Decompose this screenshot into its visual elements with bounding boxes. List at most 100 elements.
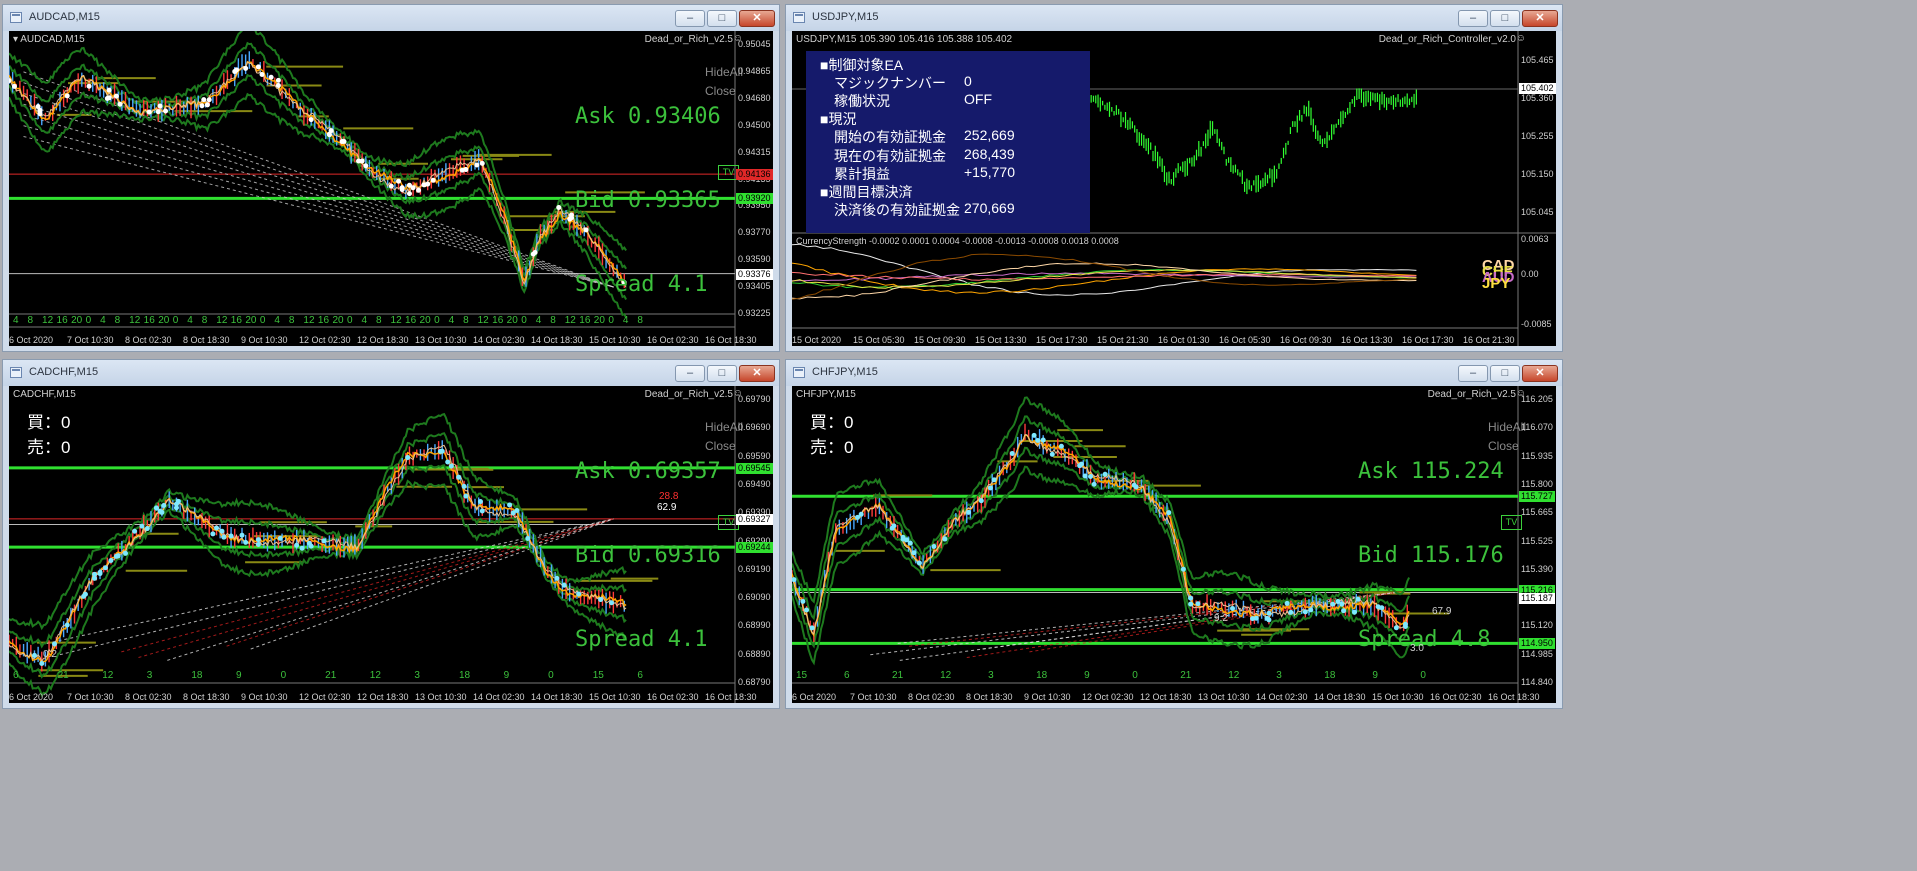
close-button[interactable]: ✕ (1522, 10, 1558, 27)
price-chart[interactable]: CADCHF,M15 Dead_or_Rich_v2.5 ☺ 買：0 売：0 A… (9, 386, 773, 703)
panel-row-label: ■週間目標決済 (820, 183, 913, 200)
tv-badge[interactable]: TV (1501, 515, 1522, 530)
signal-marker (113, 93, 119, 99)
signal-marker (86, 83, 92, 89)
signal-marker (1131, 482, 1137, 488)
chart-window-audcad[interactable]: AUDCAD,M15 – □ ✕ ▾ AUDCAD,M15 Dead_or_Ri… (2, 4, 780, 352)
maximize-icon: □ (1501, 12, 1509, 24)
chart-window-icon (10, 12, 22, 23)
close-button[interactable]: ✕ (1522, 365, 1558, 382)
minimize-button[interactable]: – (675, 10, 705, 27)
hour-label: 16 (579, 315, 591, 326)
ea-name-label: Dead_or_Rich_Controller_v2.0 (1378, 34, 1516, 45)
price-chart[interactable]: USDJPY,M15 105.390 105.416 105.388 105.4… (792, 31, 1556, 346)
maximize-button[interactable]: □ (1490, 365, 1520, 382)
price-chart[interactable]: CHFJPY,M15 Dead_or_Rich_v2.5 ☺ 買：0 売：0 A… (792, 386, 1556, 703)
price-axis-label: 0.94500 (738, 119, 771, 130)
hour-label: 0 (434, 315, 440, 326)
ask-price: Ask 115.224 (1358, 459, 1504, 484)
signal-marker (328, 128, 334, 134)
time-axis-label: 9 Oct 10:30 (241, 692, 288, 702)
maximize-icon: □ (718, 12, 726, 24)
hour-label: 18 (458, 670, 471, 681)
price-tag: 114.950 (1519, 638, 1555, 650)
signal-marker (35, 103, 41, 109)
panel-row-value: +15,770 (964, 163, 1015, 180)
chart-window-icon (793, 367, 805, 378)
maximize-button[interactable]: □ (707, 10, 737, 27)
hour-label: 15 (592, 670, 604, 681)
signal-marker (556, 204, 562, 210)
signal-marker (1040, 437, 1046, 443)
hour-label: 9 (503, 670, 510, 681)
hour-label: 20 (245, 315, 257, 326)
signal-marker (92, 575, 98, 581)
quote-box: Ask 0.93406 Bid 0.93365 Spread 4.1 (575, 47, 721, 346)
spread-value: Spread 4.8 (1358, 627, 1491, 652)
signal-marker (199, 103, 205, 109)
signal-marker (891, 523, 897, 529)
signal-marker (1195, 601, 1201, 607)
chart-window-usdjpy[interactable]: USDJPY,M15 – □ ✕ USDJPY,M15 105.390 105.… (785, 4, 1563, 352)
hour-label: 4 (100, 315, 106, 326)
title-bar[interactable]: CADCHF,M15 – □ ✕ (3, 360, 779, 386)
price-axis-label: 105.045 (1521, 207, 1554, 217)
close-button[interactable]: ✕ (739, 365, 775, 382)
minimize-button[interactable]: – (675, 365, 705, 382)
hour-label: 16 (405, 315, 417, 326)
hour-label: 0 (1420, 670, 1426, 681)
signal-marker (1058, 443, 1064, 449)
signal-marker (11, 83, 17, 89)
controller-panel: ■制御対象EA マジックナンバー 0 稼働状況 OFF ■現況 開始の有効証拠金 252,66… (806, 51, 1090, 233)
ea-name-label: Dead_or_Rich_v2.5 (644, 34, 733, 45)
signal-marker (1341, 608, 1347, 614)
time-axis-label: 16 Oct 18:30 (705, 692, 757, 702)
title-bar[interactable]: CHFJPY,M15 – □ ✕ (786, 360, 1562, 386)
chart-window-cadchf[interactable]: CADCHF,M15 – □ ✕ CADCHF,M15 Dead_or_Rich… (2, 359, 780, 709)
signal-marker (911, 550, 917, 556)
chart-window-chfjpy[interactable]: CHFJPY,M15 – □ ✕ CHFJPY,M15 Dead_or_Rich… (785, 359, 1563, 709)
currency-strength-line (792, 243, 1417, 296)
time-axis-label: 9 Oct 10:30 (1024, 692, 1071, 702)
price-axis-label: 0.69590 (738, 450, 771, 461)
time-axis-label: 9 Oct 10:30 (241, 335, 288, 345)
time-axis-label: 14 Oct 18:30 (531, 335, 583, 345)
hour-label: 0 (280, 670, 287, 681)
maximize-button[interactable]: □ (707, 365, 737, 382)
minimize-icon: – (686, 367, 694, 379)
signal-marker (155, 109, 161, 115)
hour-label: 3 (988, 670, 994, 681)
minimize-button[interactable]: – (1458, 10, 1488, 27)
signal-marker (421, 182, 427, 188)
price-chart[interactable]: ▾ AUDCAD,M15 Dead_or_Rich_v2.5 ☺ Ask 0.9… (9, 31, 773, 346)
price-axis-label: 115.935 (1521, 450, 1553, 461)
title-bar[interactable]: USDJPY,M15 – □ ✕ (786, 5, 1562, 31)
hour-label: 20 (593, 315, 605, 326)
title-bar[interactable]: AUDCAD,M15 – □ ✕ (3, 5, 779, 31)
price-tag: 0.69244 (736, 542, 773, 554)
price-axis-label: 0.93770 (738, 227, 771, 238)
hour-label: 0 (85, 315, 92, 326)
hour-label: 4 (448, 315, 455, 326)
signal-marker (1035, 438, 1041, 444)
hour-label: 4 (274, 315, 280, 326)
quote-box: Ask 0.69357 Bid 0.69316 Spread 4.1 (575, 402, 721, 703)
hour-label: 0 (548, 670, 554, 681)
signal-marker (306, 540, 312, 546)
hour-label: 12 (303, 315, 315, 326)
hour-label: 20 (332, 315, 344, 326)
time-axis-label: 14 Oct 02:30 (1256, 692, 1308, 702)
maximize-button[interactable]: □ (1490, 10, 1520, 27)
hour-label: 0 (1132, 670, 1138, 681)
chart-symbol-label: ▾ AUDCAD,M15 (13, 34, 85, 45)
signal-marker (1031, 432, 1037, 438)
close-button[interactable]: ✕ (739, 10, 775, 27)
trend-line (138, 518, 614, 659)
hour-label: 16 (230, 315, 242, 326)
signal-marker (554, 575, 560, 581)
minimize-button[interactable]: – (1458, 365, 1488, 382)
minimize-icon: – (1469, 12, 1477, 24)
ask-price: Ask 0.69357 (575, 459, 721, 484)
hour-label: 0 (521, 315, 527, 326)
signal-marker (966, 509, 972, 515)
